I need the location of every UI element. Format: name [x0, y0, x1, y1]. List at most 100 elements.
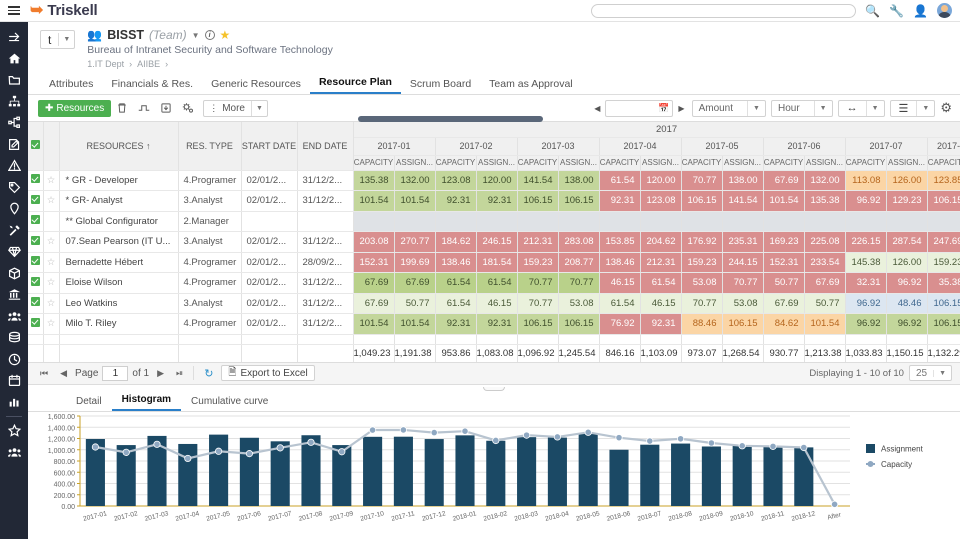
chevron-down-icon[interactable]: ▼	[917, 105, 934, 112]
row-favorite-icon[interactable]: ☆	[43, 190, 60, 212]
cell-assignment[interactable]: 67.69	[804, 272, 846, 294]
cell-assignment[interactable]	[394, 211, 436, 232]
cell-assignment[interactable]: 106.15	[722, 313, 764, 335]
legend-label-assignment[interactable]: Assignment	[881, 444, 924, 453]
cell-assignment[interactable]: 48.46	[886, 293, 928, 314]
tab-financials-res[interactable]: Financials & Res.	[102, 75, 202, 94]
col-header-res-type[interactable]: RES. TYPE	[178, 122, 242, 171]
cell-capacity[interactable]	[681, 211, 723, 232]
chart-bar[interactable]	[671, 443, 691, 506]
cell-assignment[interactable]: 46.15	[640, 293, 682, 314]
tab-attributes[interactable]: Attributes	[40, 75, 102, 94]
table-row[interactable]: ☆ Milo T. Riley 4.Programer 02/01/2... 31/12…	[28, 313, 960, 335]
cell-assignment[interactable]: 204.62	[640, 231, 682, 253]
cell-assignment[interactable]: 235.31	[722, 231, 764, 253]
cell-assignment[interactable]: 61.54	[640, 272, 682, 294]
cell-assignment[interactable]: 67.69	[394, 272, 436, 294]
cell-capacity[interactable]: 106.15	[681, 190, 723, 212]
cell-assignment[interactable]: 120.00	[640, 170, 682, 191]
chart-bar[interactable]	[486, 440, 506, 506]
chart-point[interactable]	[492, 436, 500, 444]
cell-assignment[interactable]	[886, 211, 928, 232]
chart-bar[interactable]	[609, 449, 629, 506]
cell-capacity[interactable]: 67.69	[763, 170, 805, 191]
table-row[interactable]: ☆ Eloise Wilson 4.Programer 02/01/2... 31/12…	[28, 272, 960, 294]
cell-assignment[interactable]: 138.00	[558, 170, 600, 191]
cell-assignment[interactable]: 70.77	[558, 272, 600, 294]
cell-assignment[interactable]: 199.69	[394, 252, 436, 273]
chart-point[interactable]	[430, 428, 438, 436]
chart-point[interactable]	[769, 442, 777, 450]
chart-bar[interactable]	[547, 437, 567, 506]
cell-assignment[interactable]: 126.00	[886, 170, 928, 191]
cell-capacity[interactable]: 50.77	[763, 272, 805, 294]
cell-assignment[interactable]: 181.54	[476, 252, 518, 273]
cell-resource-name[interactable]: Bernadette Hébert	[59, 252, 179, 273]
cell-capacity[interactable]	[845, 211, 887, 232]
cell-capacity[interactable]: 138.46	[599, 252, 641, 273]
cell-resource-name[interactable]: * GR - Developer	[59, 170, 179, 191]
table-row[interactable]: ** Global Configurator 2.Manager	[28, 211, 960, 232]
edit-doc-icon[interactable]	[0, 134, 28, 156]
row-checkbox[interactable]	[28, 231, 44, 253]
workflow-icon[interactable]	[0, 112, 28, 134]
cell-resource-name[interactable]: Leo Watkins	[59, 293, 179, 314]
amount-select[interactable]: Amount ▼	[691, 99, 766, 117]
col-header-start-date[interactable]: START DATE	[241, 122, 298, 171]
info-icon[interactable]: i	[204, 30, 215, 40]
horizontal-scrollbar[interactable]	[358, 116, 543, 122]
chart-bar[interactable]	[209, 434, 229, 506]
row-favorite-icon[interactable]: ☆	[43, 231, 60, 253]
org-chart-icon[interactable]	[0, 91, 28, 113]
cell-capacity[interactable]: 106.15	[927, 293, 960, 314]
chart-point[interactable]	[215, 447, 223, 455]
chart-icon[interactable]	[0, 392, 28, 414]
tools-icon[interactable]	[0, 220, 28, 242]
chart-point[interactable]	[122, 448, 130, 456]
cell-assignment[interactable]: 120.00	[476, 170, 518, 191]
cell-resource-name[interactable]: * GR- Analyst	[59, 190, 179, 212]
cell-assignment[interactable]: 96.92	[886, 313, 928, 335]
cell-capacity[interactable]: 92.31	[599, 190, 641, 212]
cell-assignment[interactable]: 283.08	[558, 231, 600, 253]
cell-assignment[interactable]: 123.08	[640, 190, 682, 212]
row-checkbox[interactable]	[28, 313, 44, 335]
chart-bar[interactable]	[363, 436, 383, 506]
chart-tab-histogram[interactable]: Histogram	[111, 391, 182, 411]
chart-point[interactable]	[707, 438, 716, 447]
select-all-checkbox[interactable]	[28, 122, 44, 171]
cell-capacity[interactable]: 153.85	[599, 231, 641, 253]
table-row[interactable]: ☆ Bernadette Hébert 4.Programer 02/01/2... 2…	[28, 252, 960, 273]
cell-resource-name[interactable]: ** Global Configurator	[59, 211, 179, 232]
bank-icon[interactable]	[0, 284, 28, 306]
col-header-end-date[interactable]: END DATE	[297, 122, 354, 171]
cell-capacity[interactable]: 138.46	[435, 252, 477, 273]
avatar[interactable]	[937, 3, 952, 18]
cell-capacity[interactable]	[353, 211, 395, 232]
clock-icon[interactable]	[0, 349, 28, 371]
search-icon[interactable]: 🔍	[865, 5, 880, 17]
cell-assignment[interactable]: 106.15	[558, 313, 600, 335]
cell-assignment[interactable]: 138.00	[722, 170, 764, 191]
last-page-icon[interactable]: ⏯	[172, 368, 187, 379]
cell-assignment[interactable]	[804, 211, 846, 232]
prev-page-icon[interactable]: ◀	[56, 368, 71, 379]
row-favorite-icon[interactable]: ☆	[43, 313, 60, 335]
chart-bar[interactable]	[701, 445, 721, 506]
cell-capacity[interactable]: 67.69	[353, 293, 395, 314]
global-search-input[interactable]	[591, 3, 857, 18]
cell-capacity[interactable]: 70.77	[681, 293, 723, 314]
cell-assignment[interactable]: 212.31	[640, 252, 682, 273]
cell-capacity[interactable]: 152.31	[763, 252, 805, 273]
cell-capacity[interactable]: 32.31	[845, 272, 887, 294]
chevron-down-icon[interactable]: ▼	[252, 105, 267, 112]
more-menu-button[interactable]: ⋮ More ▼	[203, 99, 268, 117]
row-checkbox[interactable]	[28, 293, 44, 314]
add-resources-button[interactable]: ✚ Resources	[38, 99, 112, 117]
chart-bar[interactable]	[794, 446, 814, 506]
cell-capacity[interactable]: 123.85	[927, 170, 960, 191]
chevron-down-icon[interactable]: ▼	[815, 105, 832, 112]
cell-capacity[interactable]: 67.69	[763, 293, 805, 314]
cell-capacity[interactable]: 106.15	[517, 190, 559, 212]
row-checkbox[interactable]	[28, 272, 44, 294]
